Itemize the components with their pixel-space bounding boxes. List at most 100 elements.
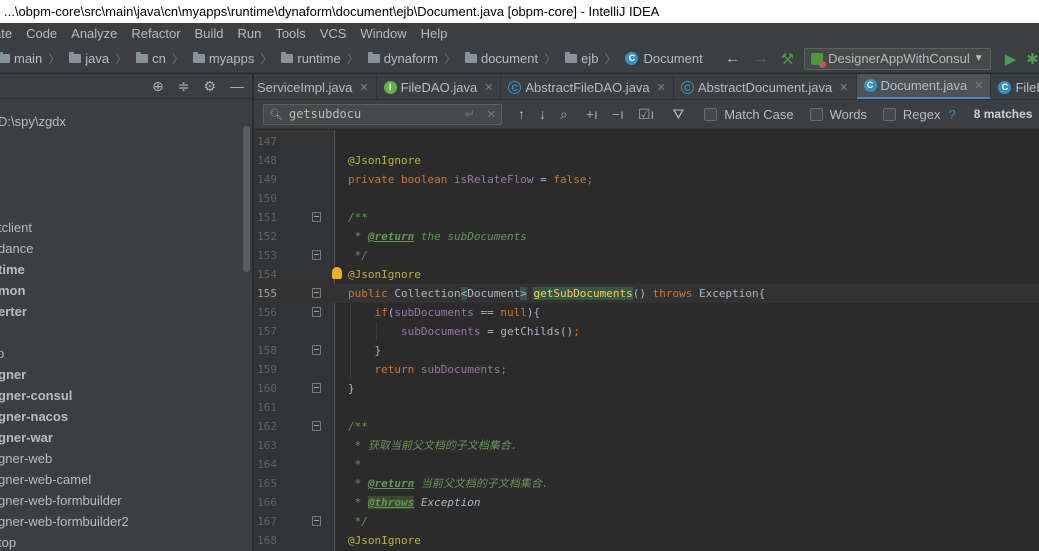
code-text[interactable]: * @return the subDocuments [348, 227, 527, 246]
project-tree-item[interactable]: p [0, 343, 4, 364]
fold-marker-icon[interactable] [312, 516, 321, 526]
new-line-icon[interactable]: ↵ [465, 107, 475, 121]
code-line[interactable]: 163 * 获取当前父文档的子文档集合. [254, 436, 1039, 455]
code-text[interactable]: * 获取当前父文档的子文档集合. [348, 436, 518, 455]
code-line[interactable]: 168 @JsonIgnore [254, 531, 1039, 550]
tab-abstractdocument-java[interactable]: C AbstractDocument.java ✕ [674, 74, 857, 99]
code-line[interactable]: 159 return subDocuments; [254, 360, 1039, 379]
menu-help[interactable]: Help [414, 23, 455, 45]
project-tree-item[interactable]: top [0, 532, 16, 551]
code-line[interactable]: 157 subDocuments = getChilds(); [254, 322, 1039, 341]
breadcrumb-dynaform[interactable]: dynaform 〉 [362, 50, 459, 67]
project-tree-item[interactable]: dance [0, 238, 33, 259]
back-arrow-icon[interactable]: ← [725, 50, 741, 68]
code-line[interactable]: 155 public Collection<Document> getSubDoc… [254, 284, 1039, 303]
locate-target-icon[interactable]: ⊕ [152, 78, 164, 95]
code-text[interactable]: private boolean isRelateFlow = false; [348, 170, 593, 189]
tab-filedao-java[interactable]: I FileDAO.java ✕ [377, 74, 502, 99]
code-line[interactable]: 166 * @throws Exception [254, 493, 1039, 512]
regex-box[interactable] [882, 107, 896, 121]
close-tab-icon[interactable]: ✕ [484, 81, 493, 94]
code-text[interactable]: * @return 当前父文档的子文档集合. [348, 474, 549, 493]
next-occurrence-icon[interactable]: ↓ [539, 106, 546, 122]
menu-build[interactable]: Build [188, 23, 231, 45]
project-tree-item[interactable]: gner-web-formbuilder2 [0, 511, 129, 532]
words-box[interactable] [809, 107, 823, 121]
project-scrollbar[interactable] [243, 126, 250, 272]
code-line[interactable]: 151 /** [254, 208, 1039, 227]
code-line[interactable]: 153 */ [254, 246, 1039, 265]
tab-serviceimpl-java[interactable]: ServiceImpl.java ✕ [254, 74, 377, 99]
breadcrumb-cn[interactable]: cn 〉 [130, 50, 187, 67]
project-tree-item[interactable]: D:\spy\zgdx [0, 111, 66, 132]
code-text[interactable]: */ [348, 512, 368, 531]
close-tab-icon[interactable]: ✕ [359, 81, 368, 94]
menu-analyze[interactable]: Analyze [64, 23, 124, 45]
close-tab-icon[interactable]: ✕ [839, 81, 848, 94]
regex-help-link[interactable]: ? [949, 107, 956, 122]
code-line[interactable]: 149 private boolean isRelateFlow = false; [254, 170, 1039, 189]
code-text[interactable]: */ [348, 246, 368, 265]
code-line[interactable]: 147 [254, 132, 1039, 151]
code-text[interactable]: } [348, 341, 381, 360]
menu-window[interactable]: Window [353, 23, 413, 45]
fold-marker-icon[interactable] [312, 421, 321, 431]
code-text[interactable]: /** [348, 208, 368, 227]
fold-marker-icon[interactable] [312, 288, 321, 298]
breadcrumb-main[interactable]: main 〉 [0, 50, 63, 67]
code-text[interactable]: if(subDocuments == null){ [348, 303, 541, 322]
tab-abstractfiledao-java[interactable]: C AbstractFileDAO.java ✕ [501, 74, 674, 99]
code-text[interactable]: subDocuments = getChilds(); [348, 322, 580, 341]
code-text[interactable]: @JsonIgnore [348, 265, 421, 284]
code-text[interactable]: * [348, 455, 362, 474]
project-tree-item[interactable]: time [0, 259, 25, 280]
close-tab-icon[interactable]: ✕ [974, 79, 983, 92]
run-icon[interactable]: ▶ [1005, 50, 1017, 68]
build-hammer-icon[interactable]: ⚒ [781, 50, 794, 68]
match-case-box[interactable] [704, 107, 718, 121]
menu-code[interactable]: Code [19, 23, 64, 45]
code-line[interactable]: 150 [254, 189, 1039, 208]
code-text[interactable]: public Collection<Document> getSubDocume… [348, 284, 765, 303]
collapse-all-icon[interactable]: ≑ [178, 78, 190, 95]
code-line[interactable]: 167 */ [254, 512, 1039, 531]
breadcrumb-myapps[interactable]: myapps 〉 [187, 50, 276, 67]
words-checkbox[interactable]: Words [809, 107, 867, 122]
add-selection-icon[interactable]: +ı [586, 106, 598, 122]
tab-document-java[interactable]: C Document.java ✕ [856, 74, 992, 99]
breadcrumb-ejb[interactable]: ejb 〉 [559, 50, 619, 67]
project-tree-item[interactable]: gner-consul [0, 385, 72, 406]
project-tree-item[interactable]: gner-web-camel [0, 469, 91, 490]
regex-checkbox[interactable]: Regex [882, 107, 941, 122]
gear-icon[interactable]: ⚙ [203, 78, 216, 95]
filter-icon[interactable]: ⛛ [672, 106, 684, 123]
code-line[interactable]: 164 * [254, 455, 1039, 474]
menu-tools[interactable]: Tools [268, 23, 312, 45]
breadcrumb-runtime[interactable]: runtime 〉 [275, 50, 361, 67]
fold-marker-icon[interactable] [312, 250, 321, 260]
menu-refactor[interactable]: Refactor [124, 23, 187, 45]
run-configuration-select[interactable]: DesignerAppWithConsul ▼ [804, 47, 991, 70]
select-all-occurrences-icon[interactable]: ☑ı [638, 106, 654, 123]
previous-occurrence-icon[interactable]: ↑ [518, 106, 525, 122]
fold-marker-icon[interactable] [312, 212, 321, 222]
project-tree-item[interactable]: gner-nacos [0, 406, 68, 427]
code-text[interactable]: @JsonIgnore [348, 151, 421, 170]
forward-arrow-icon[interactable]: → [753, 50, 769, 68]
code-line[interactable]: 156 if(subDocuments == null){ [254, 303, 1039, 322]
debug-icon[interactable]: ✱ [1026, 50, 1039, 68]
intention-bulb-icon[interactable] [332, 267, 342, 279]
fold-marker-icon[interactable] [312, 345, 321, 355]
code-line[interactable]: 161 [254, 398, 1039, 417]
fold-marker-icon[interactable] [312, 307, 321, 317]
tab-fileent[interactable]: CFileEnt [991, 74, 1039, 99]
remove-selection-icon[interactable]: −ı [612, 106, 624, 122]
breadcrumb-java[interactable]: java 〉 [63, 50, 130, 67]
menu-ate[interactable]: ate [0, 23, 19, 45]
project-tree-item[interactable]: gner [0, 364, 26, 385]
breadcrumb-document[interactable]: document 〉 [459, 50, 559, 67]
code-line[interactable]: 154 @JsonIgnore [254, 265, 1039, 284]
menu-run[interactable]: Run [230, 23, 268, 45]
code-line[interactable]: 162 /** [254, 417, 1039, 436]
code-line[interactable]: 160} [254, 379, 1039, 398]
